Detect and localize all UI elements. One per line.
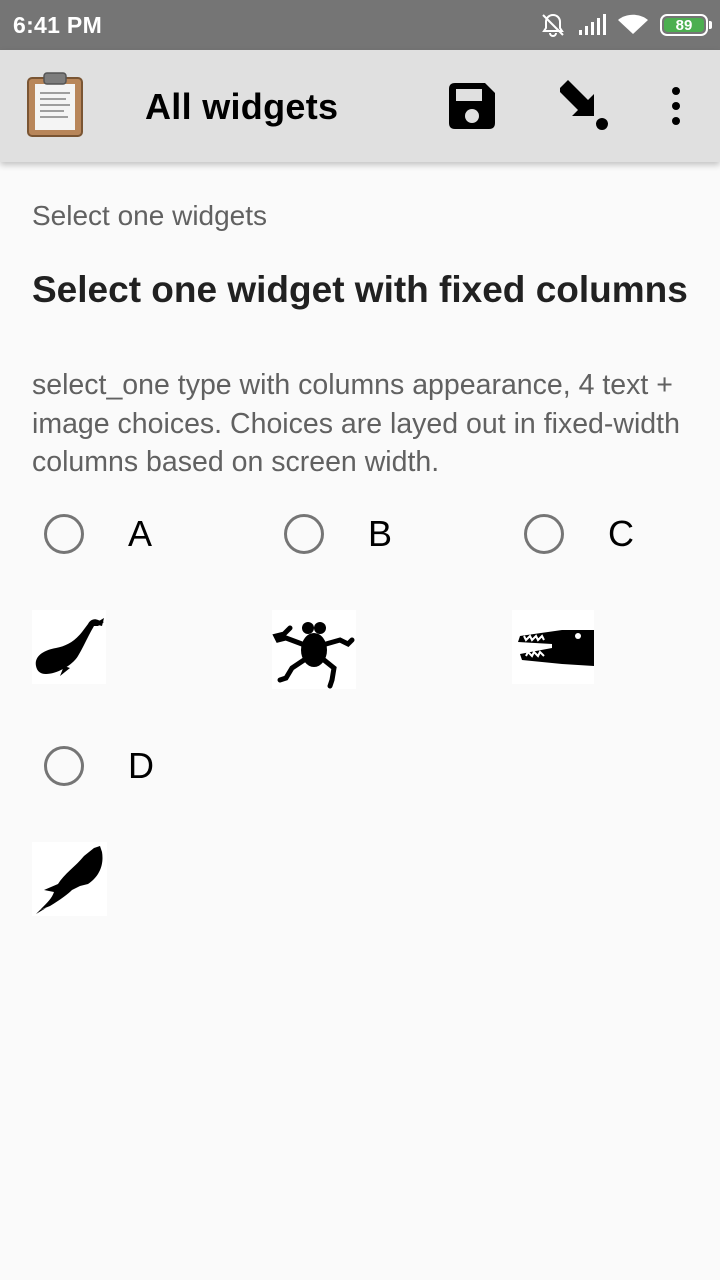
choice-d[interactable]: D — [32, 736, 272, 796]
radio-button[interactable] — [44, 746, 84, 786]
save-button[interactable] — [444, 78, 500, 134]
status-time: 6:41 PM — [13, 12, 103, 38]
radio-button[interactable] — [284, 514, 324, 554]
battery-level: 89 — [675, 16, 693, 34]
status-icons: 89 — [528, 10, 712, 40]
status-bar: 6:41 PM 89 — [0, 0, 720, 50]
question-title: Select one widget with fixed columns — [32, 269, 688, 310]
jump-arrow-icon — [560, 80, 608, 130]
whale-icon[interactable] — [32, 610, 106, 684]
choice-c[interactable]: C — [512, 504, 720, 564]
signal-icon — [579, 14, 606, 35]
eagle-icon[interactable] — [32, 842, 107, 916]
group-label: Select one widgets — [32, 200, 268, 231]
radio-button[interactable] — [44, 514, 84, 554]
radio-button[interactable] — [524, 514, 564, 554]
more-options-button[interactable] — [648, 78, 704, 134]
clipboard-app-icon — [26, 72, 86, 138]
choice-label: D — [128, 745, 154, 786]
battery-icon: 89 — [660, 14, 712, 36]
choice-a[interactable]: A — [32, 504, 272, 564]
app-toolbar: All widgets — [0, 50, 720, 162]
more-vert-icon — [672, 87, 680, 125]
wifi-icon — [618, 14, 648, 34]
choice-label: B — [368, 513, 393, 554]
question-hint: select_one type with columns appearance,… — [32, 369, 680, 478]
jump-button[interactable] — [556, 78, 612, 134]
choice-label: C — [608, 513, 634, 554]
mute-bell-icon — [542, 13, 564, 37]
frog-icon[interactable] — [272, 610, 356, 689]
choice-b[interactable]: B — [272, 504, 512, 564]
save-icon — [449, 83, 495, 129]
toolbar-title: All widgets — [145, 86, 339, 127]
choice-label: A — [128, 513, 153, 554]
crocodile-icon[interactable] — [512, 610, 594, 684]
